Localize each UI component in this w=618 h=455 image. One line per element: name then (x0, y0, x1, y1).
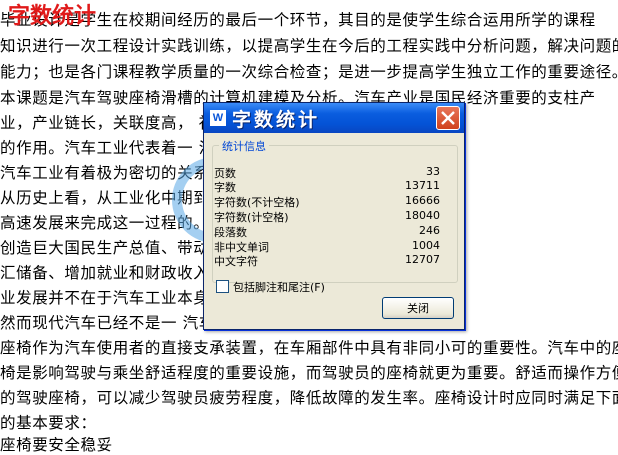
stat-label: 字符数(计空格) (214, 211, 289, 224)
doc-line: 的基本要求： (0, 414, 97, 432)
group-label: 统计信息 (219, 138, 269, 154)
stat-row-paragraphs: 段落数 246 (214, 224, 450, 239)
stat-label: 字数 (214, 181, 236, 194)
doc-line: 的驾驶座椅，可以减少驾驶员疲劳程度，降低故障的发生率。座椅设计时应同时满足下面 (0, 389, 618, 407)
banner-title: 字数统计 (8, 4, 97, 29)
stat-value: 18040 (405, 209, 440, 222)
close-button[interactable] (436, 106, 460, 130)
doc-line: 能力；也是各门课程教学质量的一次综合检查；是进一步提高学生独立工作的重要途径。 (0, 63, 618, 81)
stat-row-chars-with-spaces: 字符数(计空格) 18040 (214, 209, 450, 224)
stat-row-non-chinese-words: 非中文单词 1004 (214, 239, 450, 254)
stat-row-chars-no-spaces: 字符数(不计空格) 16666 (214, 194, 450, 209)
stat-value: 13711 (405, 179, 440, 192)
stat-row-words: 字数 13711 (214, 179, 450, 194)
doc-line: 座椅要安全稳妥 (0, 436, 113, 454)
close-icon (441, 111, 455, 125)
stat-value: 33 (426, 165, 440, 178)
stat-value: 12707 (405, 253, 440, 266)
checkbox-box[interactable] (216, 280, 229, 293)
doc-line: 椅是影响驾驶与乘坐舒适程度的重要设施，而驾驶员的座椅就更为重要。舒适而操作方便 (0, 364, 618, 382)
stat-value: 246 (419, 224, 440, 237)
stat-label: 中文字符 (214, 255, 258, 268)
dialog-titlebar[interactable]: W 字数统计 (204, 103, 464, 133)
stat-row-chinese-chars: 中文字符 12707 (214, 253, 450, 268)
doc-line: 座椅作为汽车使用者的直接支承装置，在车厢部件中具有非同小可的重要性。汽车中的座 (0, 339, 618, 357)
dialog-title: 字数统计 (232, 109, 321, 131)
stat-label: 段落数 (214, 226, 247, 239)
word-app-icon: W (210, 110, 226, 126)
close-dialog-button[interactable]: 关闭 (382, 297, 454, 319)
doc-line: 知识进行一次工程设计实践训练，以提高学生在今后的工程实践中分析问题，解决问题的 (0, 37, 618, 55)
stat-value: 16666 (405, 194, 440, 207)
word-count-dialog: W 字数统计 统计信息 页数 33 字数 13711 字符数(不计空格) 166… (203, 102, 465, 330)
stat-label: 字符数(不计空格) (214, 196, 300, 209)
checkbox-label[interactable]: 包括脚注和尾注(F) (233, 279, 325, 295)
stat-row-pages: 页数 33 (214, 165, 450, 180)
stat-value: 1004 (412, 239, 440, 252)
